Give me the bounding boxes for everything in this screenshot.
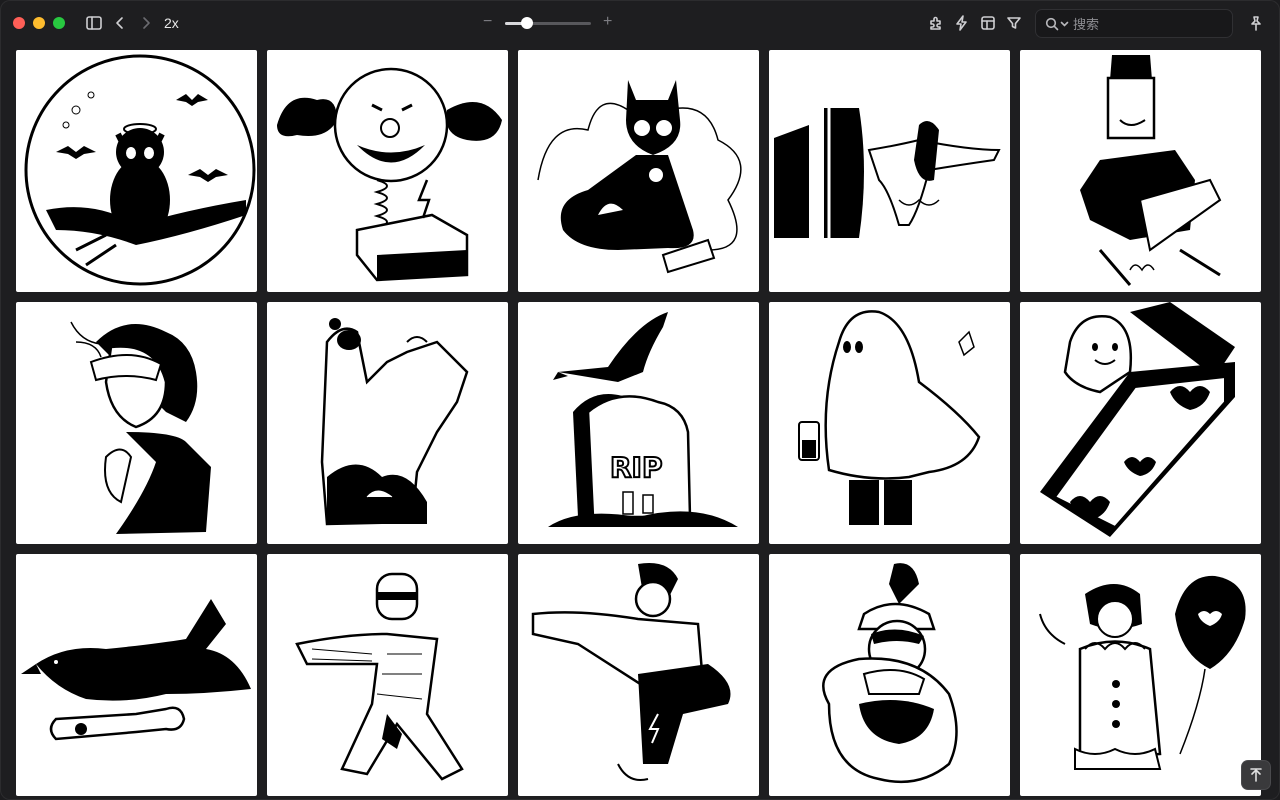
gallery-item-masked-woman[interactable] [16, 302, 257, 544]
zoom-out-icon[interactable]: − [483, 13, 492, 31]
gallery-item-skeleton-cat[interactable] [518, 50, 759, 292]
window-close-button[interactable] [13, 17, 25, 29]
sheet-ghost-illustration [798, 310, 981, 525]
zoom-in-icon[interactable]: + [603, 13, 612, 31]
search-icon [1045, 17, 1059, 31]
toolbar: 2x − + 搜索 [0, 0, 1280, 48]
search-field[interactable]: 搜索 [1035, 9, 1233, 38]
clown-balloon-illustration [1039, 575, 1246, 770]
masked-woman-illustration [70, 321, 211, 534]
witch-illustration [822, 563, 958, 784]
window-minimize-button[interactable] [33, 17, 45, 29]
sidebar-toggle-icon[interactable] [83, 12, 105, 34]
search-placeholder: 搜索 [1073, 17, 1100, 32]
window-maximize-button[interactable] [53, 17, 65, 29]
scroll-to-top-button[interactable] [1242, 761, 1270, 789]
svg-text:RIP: RIP [610, 451, 663, 484]
gallery-item-clown-with-balloon[interactable] [1020, 554, 1261, 796]
gallery-item-clown-jack-in-the-box[interactable] [267, 50, 508, 292]
zombie-hand-illustration [320, 318, 469, 526]
arrow-up-icon [1250, 768, 1262, 782]
layout-icon[interactable] [977, 12, 999, 34]
gallery-item-sheet-ghost-lantern[interactable] [769, 302, 1010, 544]
gallery-item-sleepwalker-zombie[interactable] [518, 554, 759, 796]
clown-box-illustration [277, 67, 502, 282]
crow-bone-illustration [21, 599, 251, 741]
sleepwalker-illustration [531, 563, 731, 781]
forward-icon[interactable] [135, 12, 157, 34]
owl-moon-illustration [24, 54, 256, 286]
gallery-item-crow-on-tombstone[interactable]: RIP [518, 302, 759, 544]
gallery-item-ghost-in-coffin[interactable] [1020, 302, 1261, 544]
gallery-item-ghost-through-door[interactable] [769, 50, 1010, 292]
skeleton-cat-illustration [537, 80, 742, 274]
ghost-door-illustration [774, 108, 1001, 238]
back-icon[interactable] [109, 12, 131, 34]
zoom-level-label: 2x [164, 15, 179, 31]
zoom-slider-thumb[interactable] [520, 17, 533, 29]
frankenstein-illustration [1080, 55, 1222, 286]
chevron-down-icon[interactable] [1060, 20, 1069, 28]
gallery-item-crow-with-bone[interactable] [16, 554, 257, 796]
extensions-icon[interactable] [925, 12, 947, 34]
gallery-item-frankenstein-walking[interactable] [1020, 50, 1261, 292]
gallery-item-witch-with-cauldron[interactable] [769, 554, 1010, 796]
gallery-item-owl-moon[interactable] [16, 50, 257, 292]
zoom-slider[interactable] [505, 22, 591, 25]
crow-tombstone-illustration: RIP [548, 312, 738, 527]
mummy-illustration [295, 572, 464, 781]
illustration-grid: RIP [16, 50, 1261, 796]
ghost-coffin-illustration [1040, 302, 1235, 537]
bolt-icon[interactable] [951, 12, 973, 34]
gallery-item-mummy-walking[interactable] [267, 554, 508, 796]
pin-icon[interactable] [1245, 12, 1267, 34]
app-window: 2x − + 搜索 RIP [0, 0, 1280, 800]
filter-icon[interactable] [1003, 12, 1025, 34]
gallery-item-zombie-hand[interactable] [267, 302, 508, 544]
